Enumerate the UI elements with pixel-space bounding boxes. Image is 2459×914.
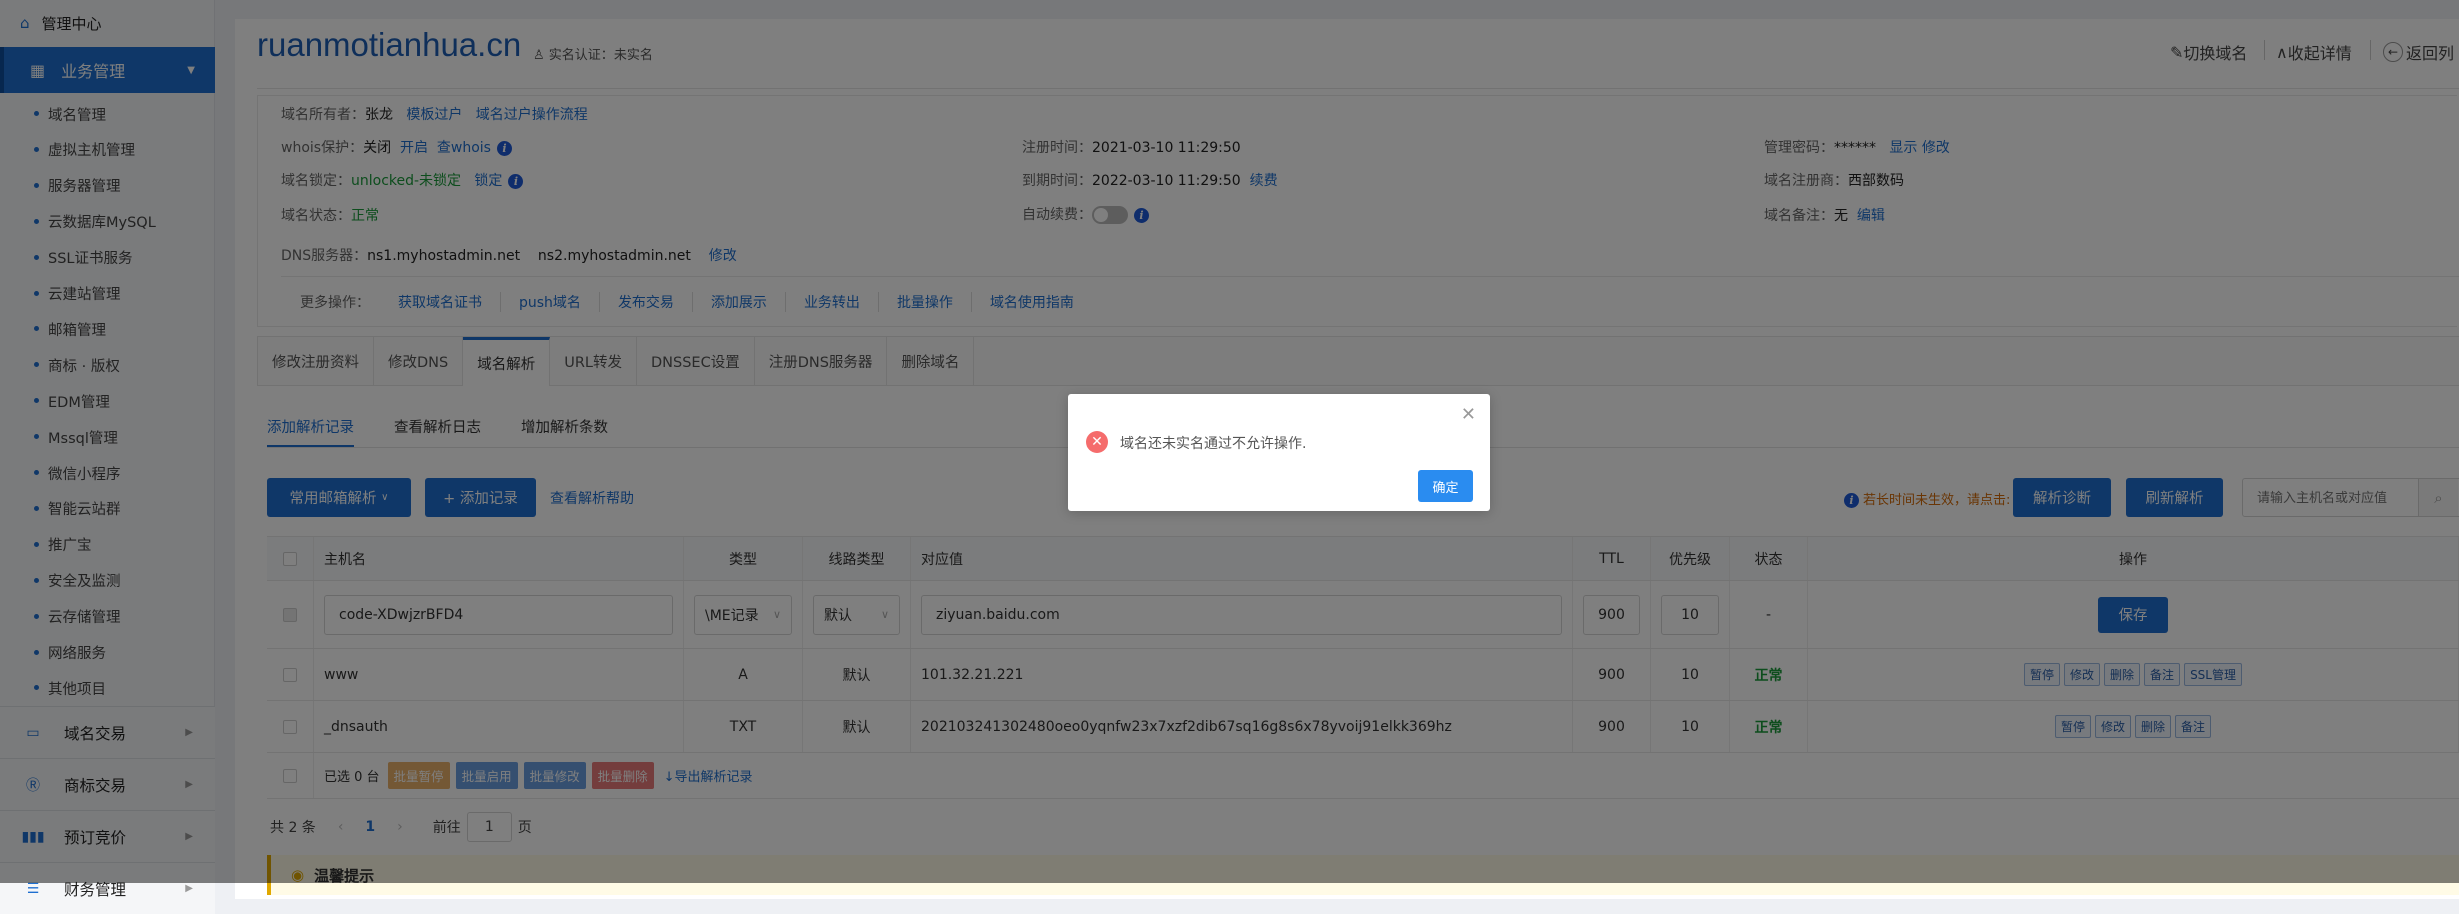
error-dialog: ✕ 域名还未实名通过不允许操作. ✕ 确定 (1068, 394, 1490, 511)
confirm-button[interactable]: 确定 (1418, 470, 1473, 502)
close-icon[interactable]: ✕ (1461, 404, 1476, 425)
error-icon: ✕ (1086, 431, 1108, 453)
caret-right-icon: ▶ (185, 883, 193, 894)
dialog-message: 域名还未实名通过不允许操作. (1120, 436, 1307, 452)
